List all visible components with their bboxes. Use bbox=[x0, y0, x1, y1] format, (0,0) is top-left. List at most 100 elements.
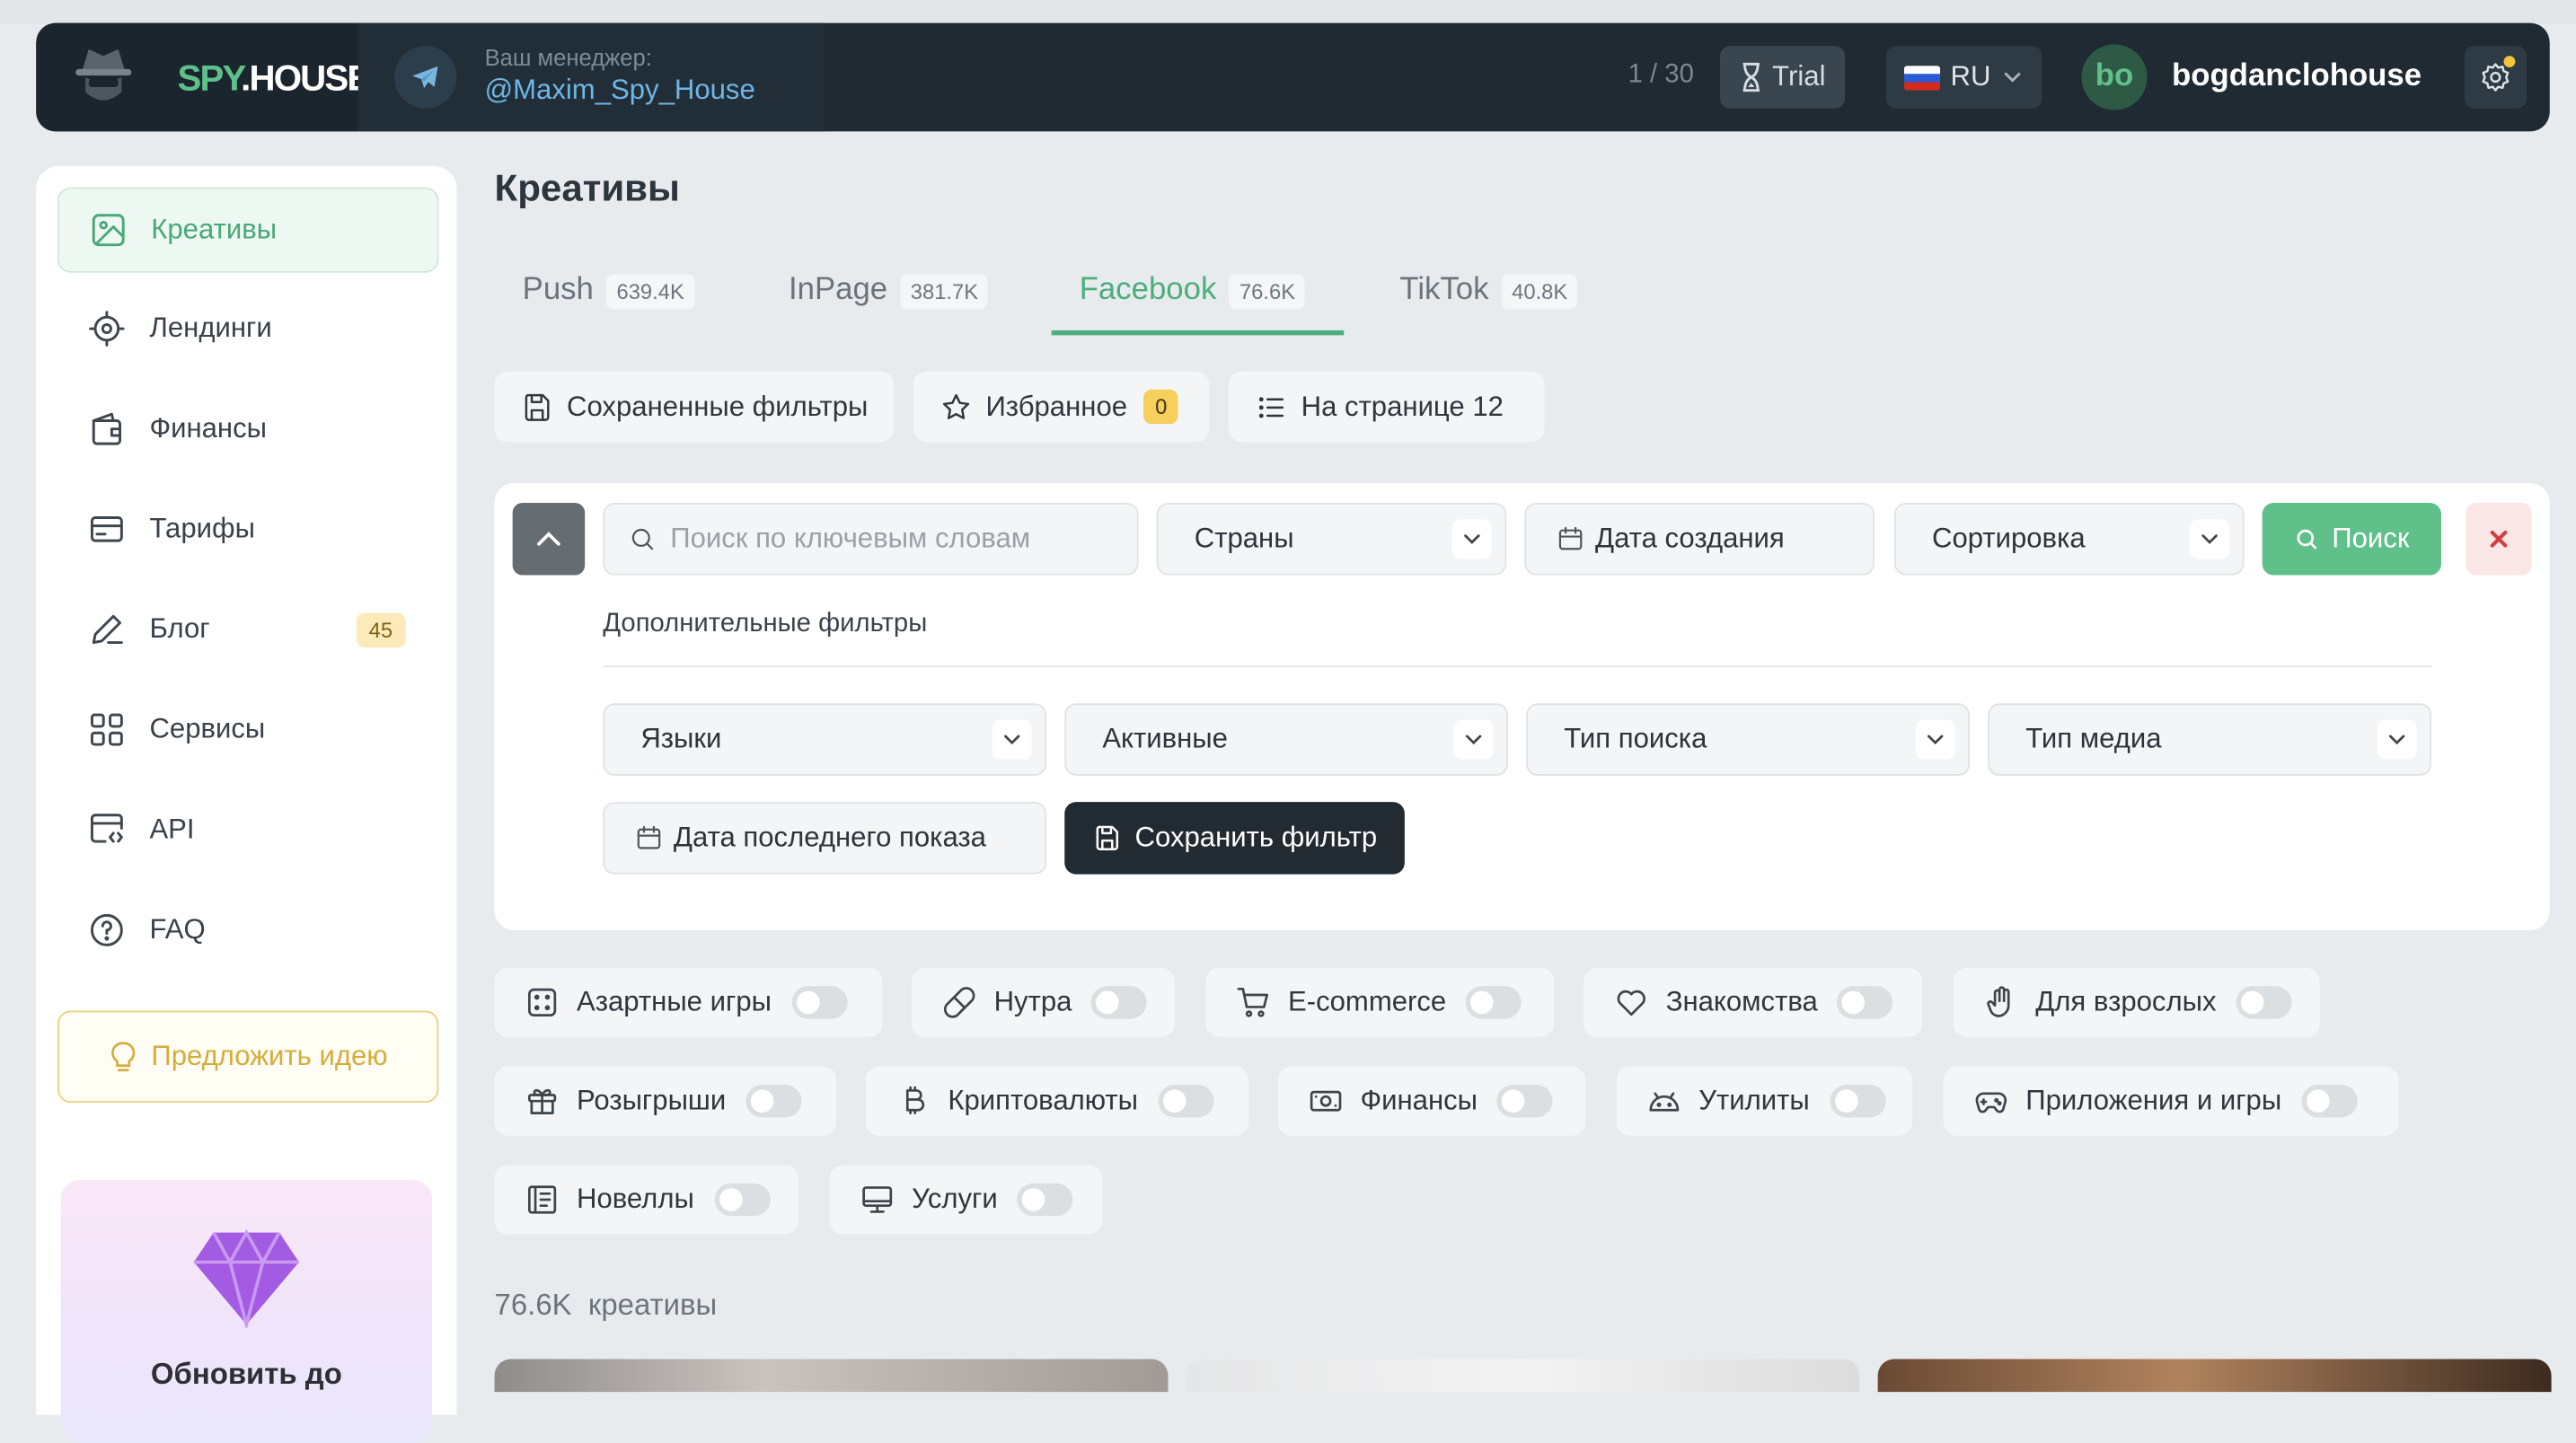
sidebar-item-services[interactable]: Сервисы bbox=[57, 689, 436, 771]
favorites-button[interactable]: Избранное 0 bbox=[913, 371, 1210, 443]
category-chip-giveaways[interactable]: Розыгрыши bbox=[494, 1066, 837, 1136]
category-toggle[interactable] bbox=[2236, 986, 2292, 1019]
languages-select[interactable]: Языки bbox=[603, 703, 1047, 776]
search-button[interactable]: Поиск bbox=[2262, 503, 2442, 576]
category-chip-apps-games[interactable]: Приложения и игры bbox=[1943, 1066, 2399, 1136]
category-chip-dating[interactable]: Знакомства bbox=[1584, 967, 1923, 1037]
telegram-icon bbox=[393, 46, 457, 109]
suggest-idea-button[interactable]: Предложить идею bbox=[57, 1010, 439, 1104]
settings-button[interactable] bbox=[2464, 46, 2527, 109]
clear-filters-button[interactable] bbox=[2466, 503, 2532, 576]
upgrade-card[interactable]: Обновить до bbox=[60, 1180, 433, 1443]
category-chip-novels[interactable]: Новеллы bbox=[494, 1165, 798, 1235]
per-page-button[interactable]: На странице 12 bbox=[1229, 371, 1545, 443]
top-header: SPY.HOUSE Ваш менеджер: @Maxim_Spy_House… bbox=[36, 22, 2550, 132]
sidebar-item-landings[interactable]: Лендинги bbox=[57, 287, 436, 370]
countries-select[interactable]: Страны bbox=[1156, 503, 1507, 576]
category-toggle[interactable] bbox=[1496, 1084, 1554, 1118]
search-field[interactable]: Поиск по ключевым словам bbox=[603, 503, 1139, 576]
sidebar-item-label: FAQ bbox=[149, 913, 206, 946]
category-label: E-commerce bbox=[1288, 986, 1447, 1017]
manager-block[interactable]: Ваш менеджер: @Maxim_Spy_House bbox=[357, 22, 825, 132]
tab-label: Facebook bbox=[1079, 272, 1217, 308]
list-icon bbox=[1255, 391, 1288, 424]
language-select[interactable]: RU bbox=[1885, 46, 2042, 109]
cart-icon bbox=[1235, 984, 1271, 1020]
category-toggle[interactable] bbox=[1829, 1084, 1885, 1118]
chevron-up-icon bbox=[533, 523, 566, 556]
category-chip-utilities[interactable]: Утилиты bbox=[1616, 1066, 1913, 1136]
last-shown-date-picker[interactable]: Дата последнего показа bbox=[603, 802, 1047, 875]
save-filter-button[interactable]: Сохранить фильтр bbox=[1064, 802, 1405, 875]
saved-filters-button[interactable]: Сохраненные фильтры bbox=[494, 371, 895, 443]
tab-count: 381.7K bbox=[900, 273, 989, 309]
collapse-filters-button[interactable] bbox=[512, 503, 586, 576]
tab-count: 76.6K bbox=[1229, 273, 1306, 309]
search-input[interactable]: Поиск по ключевым словам bbox=[670, 523, 1030, 556]
category-toggle[interactable] bbox=[1837, 986, 1893, 1019]
category-toggle[interactable] bbox=[790, 986, 848, 1019]
category-chip-services[interactable]: Услуги bbox=[829, 1165, 1103, 1235]
creative-card-thumbnail[interactable] bbox=[1877, 1359, 2552, 1393]
active-select[interactable]: Активные bbox=[1064, 703, 1509, 776]
logo[interactable]: SPY.HOUSE bbox=[36, 22, 371, 132]
sidebar-item-faq[interactable]: FAQ bbox=[57, 889, 436, 972]
sorting-select[interactable]: Сортировка bbox=[1893, 503, 2245, 576]
category-toggle[interactable] bbox=[1091, 986, 1148, 1019]
sidebar-item-creatives[interactable]: Креативы bbox=[57, 187, 439, 273]
card-icon bbox=[87, 509, 127, 549]
category-chip-crypto[interactable]: Криптовалюты bbox=[865, 1066, 1249, 1136]
category-toggle[interactable] bbox=[745, 1084, 802, 1118]
results-count: 76.6K креативы bbox=[495, 1289, 718, 1323]
category-chip-ecommerce[interactable]: E-commerce bbox=[1205, 967, 1555, 1037]
language-label: RU bbox=[1950, 60, 1991, 92]
category-chip-gambling[interactable]: Азартные игры bbox=[494, 967, 883, 1037]
trial-button[interactable]: Trial bbox=[1720, 46, 1846, 109]
favorites-label: Избранное bbox=[985, 390, 1128, 422]
results-count-label: креативы bbox=[587, 1288, 718, 1322]
sidebar-item-label: Блог bbox=[149, 612, 210, 645]
sidebar-item-tariffs[interactable]: Тарифы bbox=[57, 488, 436, 571]
money-icon bbox=[1308, 1083, 1344, 1119]
media-type-select[interactable]: Тип медиа bbox=[1988, 703, 2432, 776]
sidebar-item-api[interactable]: API bbox=[57, 788, 436, 871]
tab-facebook[interactable]: Facebook 76.6K bbox=[1079, 247, 1306, 336]
grid-icon bbox=[87, 710, 127, 750]
category-chip-finance[interactable]: Финансы bbox=[1278, 1066, 1586, 1136]
category-toggle[interactable] bbox=[1466, 986, 1522, 1019]
category-toggle[interactable] bbox=[2301, 1084, 2358, 1118]
category-toggle[interactable] bbox=[713, 1183, 770, 1217]
chevron-down-icon bbox=[1451, 519, 1492, 559]
upgrade-label: Обновить до bbox=[150, 1357, 342, 1391]
creative-card-thumbnail[interactable] bbox=[1186, 1359, 1860, 1393]
sidebar-item-blog[interactable]: Блог 45 bbox=[57, 588, 436, 671]
results-count-number: 76.6K bbox=[494, 1288, 572, 1322]
monitor-icon bbox=[860, 1182, 895, 1218]
tab-inpage[interactable]: InPage 381.7K bbox=[789, 247, 989, 336]
search-type-select[interactable]: Тип поиска bbox=[1526, 703, 1971, 776]
tab-push[interactable]: Push 639.4K bbox=[523, 247, 694, 336]
manager-link[interactable]: @Maxim_Spy_House bbox=[485, 74, 755, 107]
category-toggle[interactable] bbox=[1017, 1183, 1073, 1217]
category-label: Нутра bbox=[993, 986, 1072, 1017]
calendar-icon bbox=[1556, 524, 1585, 554]
username[interactable]: bogdanclohouse bbox=[2172, 59, 2422, 95]
avatar[interactable]: bo bbox=[2081, 44, 2148, 110]
category-label: Утилиты bbox=[1698, 1084, 1810, 1116]
category-toggle[interactable] bbox=[1157, 1084, 1214, 1118]
media-type-label: Тип медиа bbox=[2025, 723, 2162, 755]
creative-card-thumbnail[interactable] bbox=[494, 1359, 1169, 1393]
created-date-picker[interactable]: Дата создания bbox=[1524, 503, 1875, 576]
tab-tiktok[interactable]: TikTok 40.8K bbox=[1399, 247, 1578, 336]
page-title: Креативы bbox=[494, 165, 680, 209]
manager-label: Ваш менеджер: bbox=[484, 44, 652, 71]
category-chip-adult[interactable]: Для взрослых bbox=[1953, 967, 2320, 1037]
sidebar-item-label: Креативы bbox=[151, 213, 278, 245]
category-chip-nutra[interactable]: Нутра bbox=[912, 967, 1175, 1037]
sidebar-item-finance[interactable]: Финансы bbox=[57, 388, 436, 471]
sidebar-item-label: Сервисы bbox=[149, 713, 266, 745]
floppy-icon bbox=[521, 391, 554, 424]
russia-flag-icon bbox=[1904, 65, 1941, 90]
book-icon bbox=[524, 1182, 560, 1218]
dice-icon bbox=[524, 984, 560, 1020]
